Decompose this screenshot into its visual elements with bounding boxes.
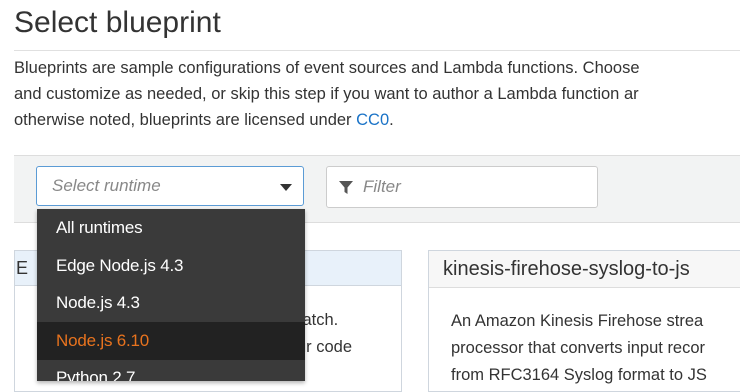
card-title: E	[16, 258, 29, 278]
runtime-option[interactable]: Edge Node.js 4.3	[37, 247, 305, 285]
runtime-option[interactable]: Node.js 4.3	[37, 284, 305, 322]
runtime-option[interactable]: Python 2.7	[37, 359, 305, 381]
filter-placeholder: Filter	[363, 177, 401, 196]
description-line-2: and customize as needed, or skip this st…	[14, 85, 639, 103]
card-description-line: ur code	[297, 338, 353, 356]
card-description-line: processor that converts input recor	[451, 339, 706, 357]
description-line-1: Blueprints are sample configurations of …	[14, 59, 640, 77]
card-header: kinesis-firehose-syslog-to-js	[429, 251, 740, 288]
description-line-3: otherwise noted, blueprints are licensed…	[14, 107, 740, 133]
runtime-select-placeholder: Select runtime	[52, 176, 161, 195]
card-title: kinesis-firehose-syslog-to-js	[443, 258, 690, 280]
chevron-down-icon	[280, 184, 292, 191]
runtime-select[interactable]: Select runtime	[36, 166, 304, 206]
page-description: Blueprints are sample configurations of …	[14, 55, 740, 133]
page-title: Select blueprint	[14, 6, 221, 39]
card-description-line: An Amazon Kinesis Firehose strea	[451, 312, 704, 330]
cc0-license-link[interactable]: CC0	[356, 111, 389, 129]
runtime-option-selected[interactable]: Node.js 6.10	[37, 322, 305, 360]
description-line-3-text: otherwise noted, blueprints are licensed…	[14, 111, 357, 129]
filter-funnel-icon	[338, 180, 354, 200]
runtime-option[interactable]: All runtimes	[37, 209, 305, 247]
filter-input[interactable]: Filter	[326, 166, 598, 208]
title-divider	[14, 50, 740, 51]
runtime-dropdown-menu: All runtimes Edge Node.js 4.3 Node.js 4.…	[37, 209, 305, 381]
card-description-line: from RFC3164 Syslog format to JS	[451, 366, 707, 384]
description-period: .	[389, 111, 394, 129]
blueprint-card-kinesis-firehose-syslog[interactable]: kinesis-firehose-syslog-to-js An Amazon …	[428, 250, 740, 392]
